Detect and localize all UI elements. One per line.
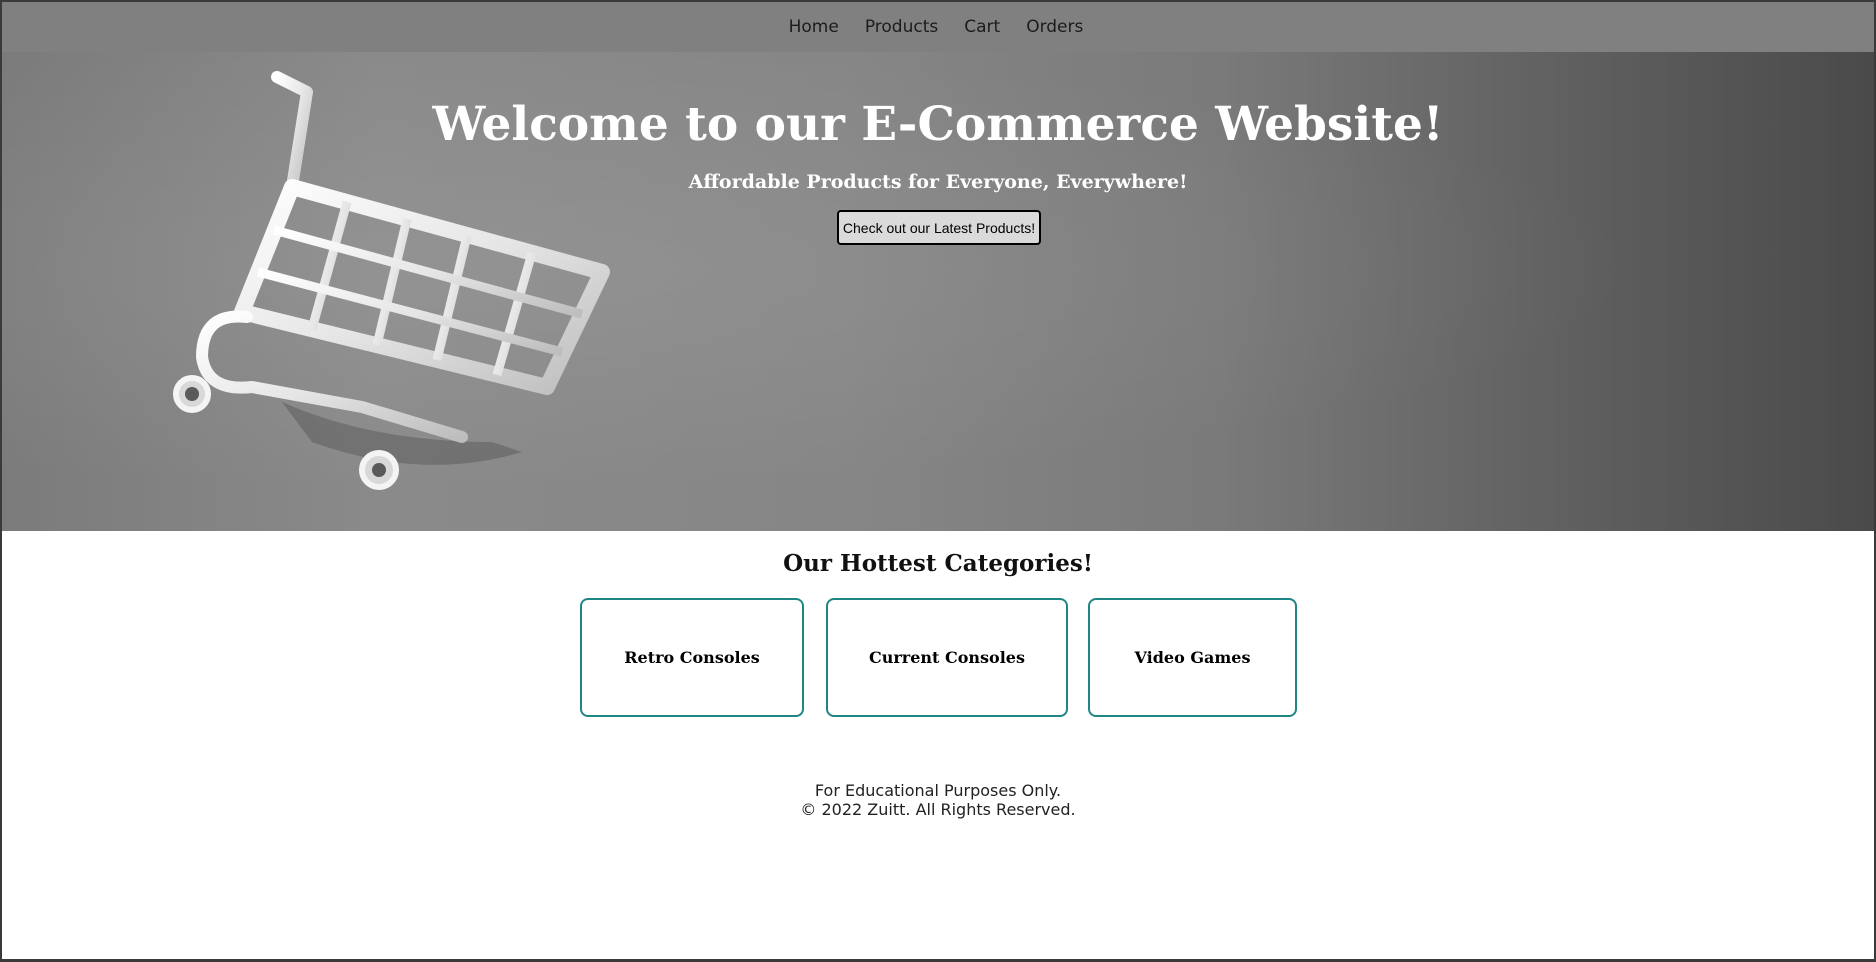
category-card-retro-consoles[interactable]: Retro Consoles bbox=[580, 598, 804, 717]
nav-cart-link[interactable]: Cart bbox=[964, 17, 1000, 37]
nav-home-link[interactable]: Home bbox=[789, 17, 839, 37]
categories-heading: Our Hottest Categories! bbox=[783, 550, 1093, 577]
footer-disclaimer: For Educational Purposes Only. bbox=[814, 781, 1062, 800]
hero-title: Welcome to our E-Commerce Website! bbox=[432, 97, 1444, 152]
browser-viewport: Home Products Cart Orders Welcome to our… bbox=[2, 2, 1874, 959]
category-card-label: Video Games bbox=[1134, 648, 1251, 667]
navbar: Home Products Cart Orders bbox=[2, 2, 1874, 52]
nav-products-link[interactable]: Products bbox=[865, 17, 938, 37]
category-card-label: Current Consoles bbox=[869, 648, 1025, 667]
hero-subtitle: Affordable Products for Everyone, Everyw… bbox=[688, 171, 1188, 193]
category-card-label: Retro Consoles bbox=[624, 648, 760, 667]
hero-banner: Welcome to our E-Commerce Website! Affor… bbox=[2, 52, 1874, 531]
nav-orders-link[interactable]: Orders bbox=[1026, 17, 1083, 37]
footer-copyright: © 2022 Zuitt. All Rights Reserved. bbox=[800, 800, 1076, 819]
category-card-current-consoles[interactable]: Current Consoles bbox=[826, 598, 1068, 717]
category-card-video-games[interactable]: Video Games bbox=[1088, 598, 1297, 717]
latest-products-button[interactable]: Check out our Latest Products! bbox=[837, 210, 1041, 245]
